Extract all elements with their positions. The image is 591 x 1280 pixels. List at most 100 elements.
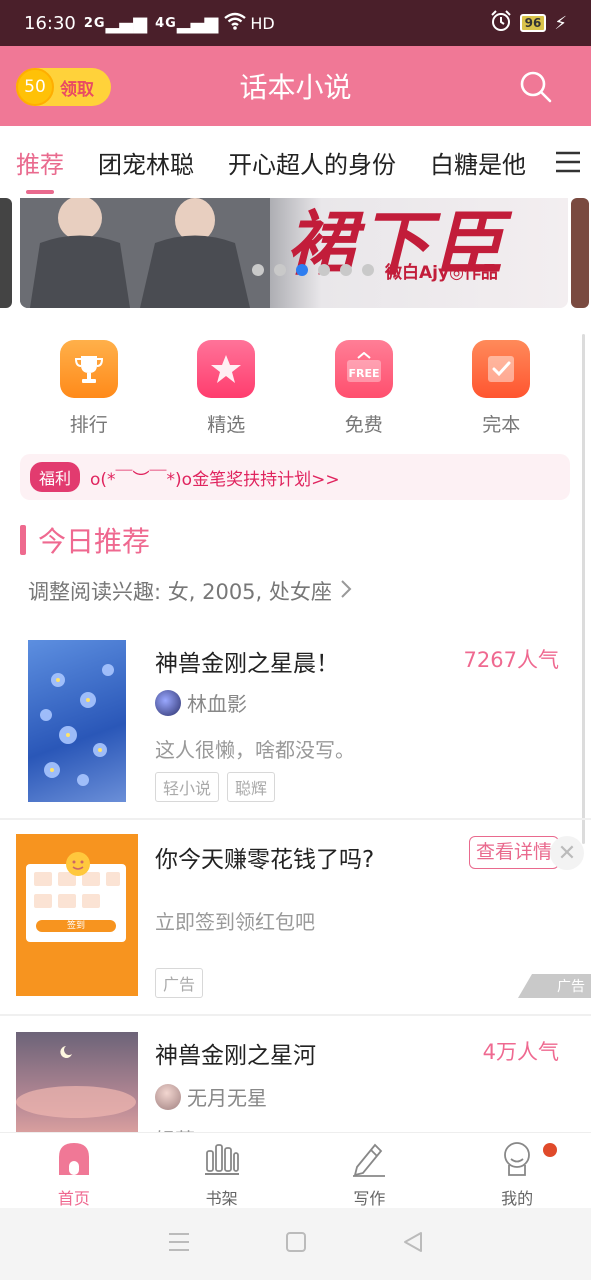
tab-recommend[interactable]: 推荐	[16, 145, 64, 194]
search-icon[interactable]	[519, 70, 553, 104]
carousel-dot-active	[296, 264, 308, 276]
free-entry[interactable]: FREE 免费	[295, 340, 433, 437]
ranking-entry[interactable]: 排行	[20, 340, 158, 437]
book-item[interactable]: 神兽金刚之星晨！ 7267人气 林血影 这人很懒，啥都没写。 轻小说 聪辉	[0, 630, 591, 818]
carousel-dot	[340, 264, 352, 276]
carousel-dot	[362, 264, 374, 276]
star-icon	[197, 340, 256, 398]
book-tag[interactable]: 聪辉	[227, 772, 276, 802]
book-tag[interactable]: 轻小说	[155, 772, 220, 802]
book-tags: 轻小说 聪辉	[155, 772, 276, 802]
ad-mark-label: 广告	[557, 979, 585, 995]
completed-entry[interactable]: 完本	[433, 340, 571, 437]
svg-text:FREE: FREE	[348, 367, 379, 380]
tab-2[interactable]: 开心超人的身份	[228, 145, 396, 180]
banner-prev-peek	[0, 198, 12, 308]
charging-icon: ⚡	[554, 12, 567, 34]
profile-icon	[499, 1141, 535, 1181]
menu-icon[interactable]	[545, 126, 591, 198]
banner-carousel[interactable]: 裙下臣 微白Ajy◎作品	[0, 198, 591, 310]
claim-coins-button[interactable]: 50 领取	[16, 68, 111, 106]
alarm-icon	[490, 9, 512, 37]
ad-details-button[interactable]: 查看详情	[469, 836, 559, 869]
featured-label: 精选	[207, 414, 246, 436]
hd-label: HD	[250, 13, 275, 33]
free-icon: FREE	[334, 340, 393, 398]
back-icon[interactable]	[402, 1231, 424, 1257]
status-bar: 16:30 2G ▂▄▆ 4G ▂▄▆ HD 96 ⚡	[0, 0, 591, 46]
coin-icon: 50	[16, 68, 54, 106]
bookshelf-icon	[204, 1141, 240, 1181]
system-navigation-bar	[0, 1208, 591, 1280]
welfare-tag: 福利	[30, 462, 81, 492]
ad-image[interactable]: 签到	[16, 834, 138, 996]
book-title: 神兽金刚之星晨！	[155, 651, 339, 677]
banner-next-peek	[571, 198, 589, 308]
book-popularity: 4万人气	[482, 1040, 559, 1064]
nav-bookshelf[interactable]: 书架	[148, 1133, 296, 1208]
smiley-icon	[66, 852, 90, 876]
section-accent-bar	[20, 525, 26, 555]
notification-dot	[543, 1143, 558, 1157]
avatar	[155, 689, 181, 716]
home-icon	[57, 1141, 91, 1181]
book-cover	[28, 640, 126, 802]
interest-text: 调整阅读兴趣: 女, 2005, 处女座	[28, 580, 332, 604]
book-description: 这人很懒，啥都没写。	[155, 738, 355, 762]
tab-3[interactable]: 白糖是他	[430, 145, 526, 180]
welfare-text: o(*￣︶￣*)o金笔奖扶持计划>>	[90, 469, 340, 490]
nav-profile-label: 我的	[501, 1189, 534, 1208]
nav-write-label: 写作	[353, 1189, 386, 1208]
ad-mark-badge: 广告	[518, 974, 591, 998]
divider	[0, 818, 591, 820]
ranking-label: 排行	[69, 414, 108, 436]
battery-icon: 96	[519, 14, 547, 32]
ad-tags: 广告	[155, 968, 204, 998]
nav-home[interactable]: 首页	[0, 1133, 148, 1208]
signal-4g: 4G	[155, 15, 177, 31]
nav-write[interactable]: 写作	[296, 1133, 444, 1208]
chevron-right-icon	[340, 579, 352, 604]
avatar	[155, 1083, 181, 1110]
home-square-icon[interactable]	[285, 1231, 307, 1257]
author-name: 无月无星	[187, 1086, 267, 1110]
app-bar: 50 领取 话本小说	[0, 46, 591, 126]
carousel-dot	[252, 264, 264, 276]
adjust-interest-link[interactable]: 调整阅读兴趣: 女, 2005, 处女座	[28, 576, 352, 606]
completed-label: 完本	[482, 414, 521, 436]
app-title: 话本小说	[239, 71, 352, 104]
book-description: 轻萝	[155, 1124, 195, 1132]
status-time: 16:30	[24, 12, 76, 34]
ad-card-button: 签到	[66, 921, 85, 931]
ad-title[interactable]: 你今天赚零花钱了吗?	[155, 840, 374, 874]
wifi-icon	[224, 12, 247, 35]
banner-byline: 微白Ajy◎作品	[385, 263, 498, 283]
tab-1[interactable]: 团宠林聪	[98, 145, 194, 180]
category-tabs: 推荐 团宠林聪 开心超人的身份 白糖是他	[0, 126, 591, 198]
ad-tag: 广告	[155, 968, 204, 998]
signal-bars-icon: ▂▄▆	[105, 12, 148, 34]
welfare-banner[interactable]: 福利 o(*￣︶￣*)o金笔奖扶持计划>>	[20, 454, 570, 500]
book-title: 神兽金刚之星河	[155, 1043, 316, 1069]
bottom-navigation: 首页 书架 写作 我的	[0, 1132, 591, 1208]
nav-profile[interactable]: 我的	[443, 1133, 591, 1208]
carousel-dot	[318, 264, 330, 276]
signal-bars-icon: ▂▄▆	[176, 12, 219, 34]
menu-icon[interactable]	[168, 1232, 190, 1256]
book-item[interactable]: 神兽金刚之星河 4万人气 无月无星 轻萝	[0, 1016, 591, 1132]
section-header: 今日推荐	[20, 520, 150, 560]
carousel-indicator	[252, 264, 374, 276]
section-title: 今日推荐	[38, 525, 151, 558]
nav-home-label: 首页	[57, 1189, 90, 1208]
nav-bookshelf-label: 书架	[205, 1189, 238, 1208]
banner-figures	[20, 198, 270, 308]
close-icon[interactable]: ✕	[550, 836, 584, 870]
check-icon	[472, 340, 531, 398]
ad-description: 立即签到领红包吧	[155, 910, 315, 934]
pen-icon	[351, 1141, 387, 1181]
featured-entry[interactable]: 精选	[158, 340, 296, 437]
carousel-dot	[274, 264, 286, 276]
book-popularity: 7267人气	[463, 648, 559, 672]
banner-image[interactable]: 裙下臣 微白Ajy◎作品	[20, 198, 568, 308]
book-author: 林血影	[155, 688, 247, 717]
